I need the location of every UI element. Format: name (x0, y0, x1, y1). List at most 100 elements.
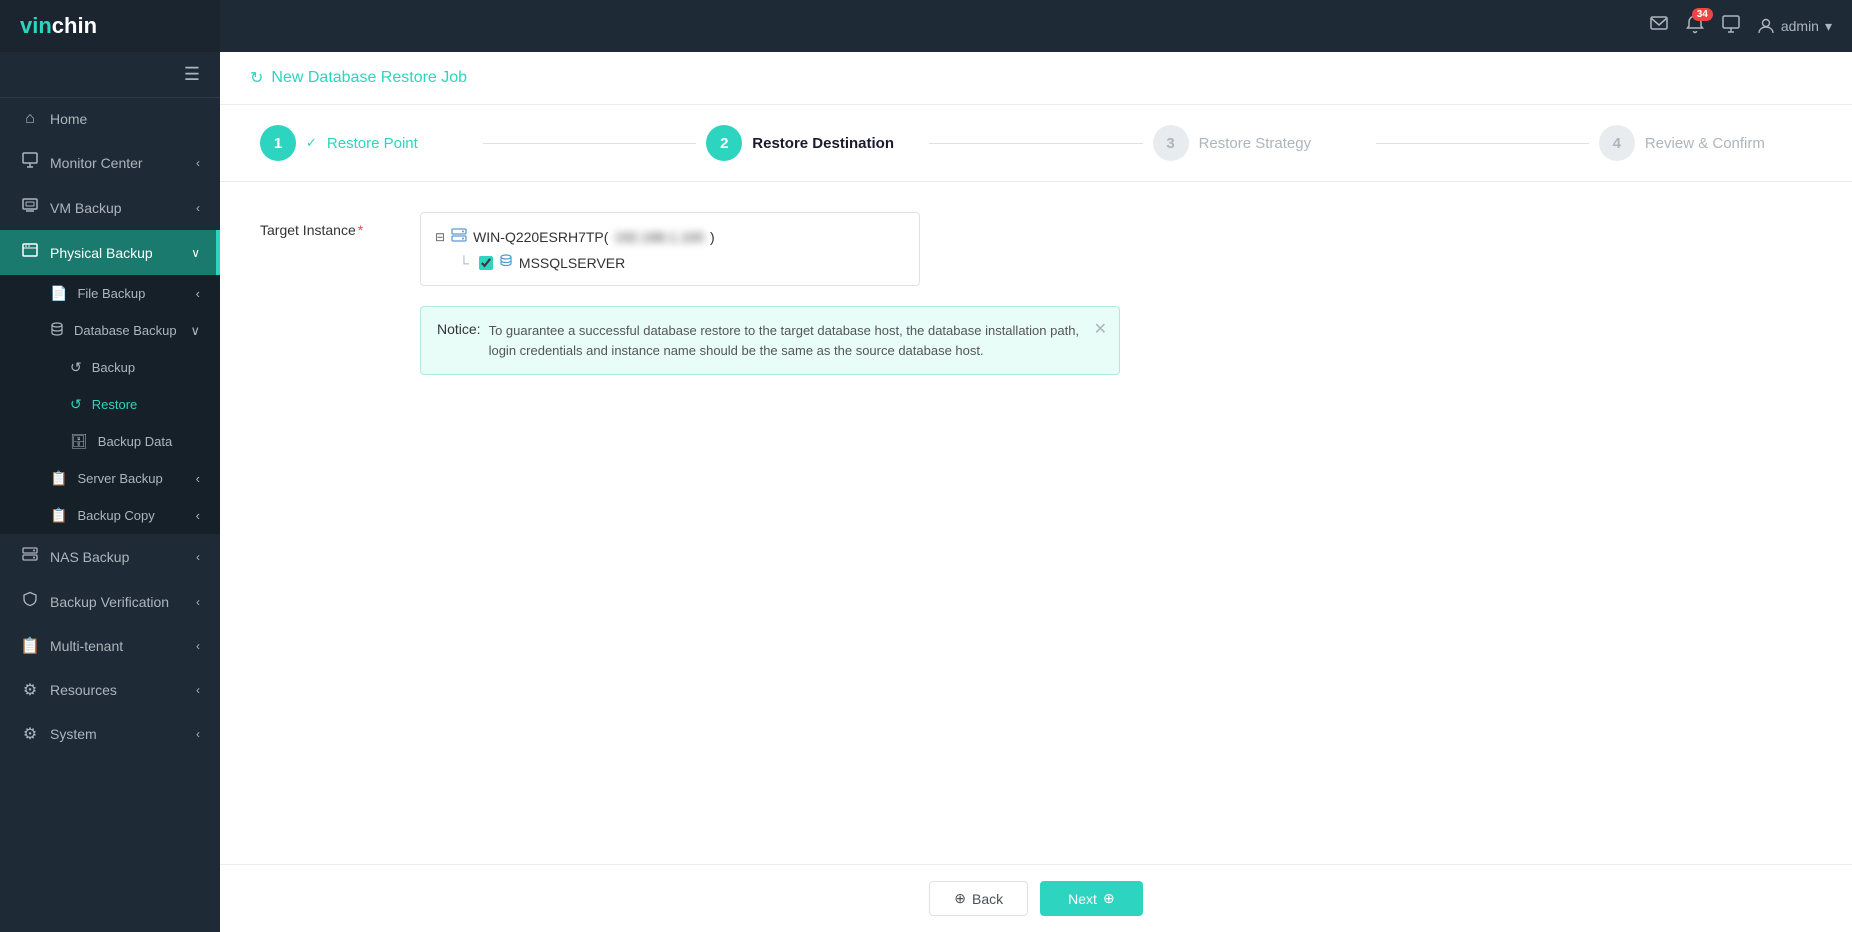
step-label-3: Restore Strategy (1199, 135, 1312, 152)
sidebar-item-backup[interactable]: ↺ Backup (0, 349, 220, 386)
chevron-icon: ‹ (196, 286, 200, 301)
tenant-icon: 📋 (20, 636, 40, 656)
user-name: admin (1781, 18, 1819, 34)
sidebar-item-label: Backup Verification (50, 594, 169, 610)
step-circle-3: 3 (1153, 125, 1189, 161)
messages-icon[interactable] (1649, 14, 1669, 39)
active-indicator (216, 230, 220, 275)
monitor-header-icon[interactable] (1721, 14, 1741, 39)
sidebar-item-label: System (50, 726, 97, 742)
sidebar-item-database-backup[interactable]: Database Backup ∨ (0, 312, 220, 349)
physical-backup-submenu: 📄 File Backup ‹ Database Backup ∨ ↺ Back… (0, 275, 220, 534)
back-button[interactable]: ⊕ Back (929, 881, 1028, 916)
copy-icon: 📋 (50, 507, 67, 524)
refresh-icon[interactable]: ↻ (250, 68, 263, 88)
server-name: WIN-Q220ESRH7TP( (473, 229, 608, 245)
sidebar-item-file-backup[interactable]: 📄 File Backup ‹ (0, 275, 220, 312)
wizard-steps: 1 ✓ Restore Point 2 Restore Destination … (220, 105, 1852, 182)
instance-name: MSSQLSERVER (519, 255, 625, 271)
sidebar-item-system[interactable]: ⚙ System ‹ (0, 712, 220, 756)
home-icon: ⌂ (20, 110, 40, 128)
target-instance-label: Target Instance* (260, 212, 420, 238)
server-icon (451, 227, 467, 246)
tree-expand-icon[interactable]: ⊟ (435, 230, 445, 244)
chevron-icon: ∨ (190, 323, 200, 339)
sub-item-label: Backup (92, 360, 135, 375)
logo: vinchin (0, 0, 220, 52)
server-ip: 192.168.1.100 (614, 229, 704, 245)
notice-label: Notice: (437, 321, 481, 337)
database-icon (50, 322, 64, 339)
database-instance-icon (499, 254, 513, 271)
sidebar-item-physical-backup[interactable]: Physical Backup ∨ (0, 230, 220, 275)
sidebar-item-backup-verification[interactable]: Backup Verification ‹ (0, 579, 220, 624)
sub-item-label: Restore (92, 397, 138, 412)
logo-text: vinchin (20, 13, 97, 39)
step-divider-3-4 (1376, 143, 1589, 144)
user-chevron-icon: ▾ (1825, 18, 1832, 35)
sidebar-item-label: NAS Backup (50, 549, 129, 565)
next-circle-icon: ⊕ (1103, 890, 1115, 907)
logo-chin: chin (52, 13, 97, 38)
chevron-icon: ‹ (196, 639, 200, 653)
next-label: Next (1068, 891, 1097, 907)
backup-icon: ↺ (70, 359, 82, 376)
target-instance-row: Target Instance* ⊟ WIN-Q220ESRH7TP( 192.1… (260, 212, 1812, 286)
step-label-2: Restore Destination (752, 135, 894, 152)
step-check-1: ✓ (306, 135, 317, 151)
sidebar-item-monitor-center[interactable]: Monitor Center ‹ (0, 140, 220, 185)
target-instance-selector[interactable]: ⊟ WIN-Q220ESRH7TP(192.168.1.100) └ M (420, 212, 920, 286)
top-header: 34 admin ▾ (220, 0, 1852, 52)
sidebar-item-resources[interactable]: ⚙ Resources ‹ (0, 668, 220, 712)
monitor-icon (20, 152, 40, 173)
instance-checkbox[interactable] (479, 256, 493, 270)
sidebar-item-vm-backup[interactable]: VM Backup ‹ (0, 185, 220, 230)
step-circle-2: 2 (706, 125, 742, 161)
chevron-down-icon: ∨ (191, 246, 200, 260)
server-icon: 📋 (50, 470, 67, 487)
restore-icon: ↺ (70, 396, 82, 413)
page-area: ↻ New Database Restore Job 1 ✓ Restore P… (220, 52, 1852, 932)
sub-item-label: Backup Data (98, 434, 172, 449)
tree-branch-icon: └ (459, 255, 469, 271)
hamburger-icon[interactable]: ☰ (184, 64, 200, 85)
step-divider-1-2 (483, 143, 696, 144)
form-area: Target Instance* ⊟ WIN-Q220ESRH7TP( 192.1… (220, 182, 1852, 864)
next-button[interactable]: Next ⊕ (1040, 881, 1143, 916)
notice-box: Notice: To guarantee a successful databa… (420, 306, 1120, 375)
notice-close-button[interactable]: ✕ (1094, 319, 1107, 339)
user-menu[interactable]: admin ▾ (1757, 17, 1832, 35)
sidebar-item-backup-data[interactable]: 🗄 Backup Data (0, 423, 220, 460)
sidebar-item-server-backup[interactable]: 📋 Server Backup ‹ (0, 460, 220, 497)
tree-instance-node[interactable]: └ MSSQLSERVER (435, 250, 905, 275)
tree-server-node[interactable]: ⊟ WIN-Q220ESRH7TP(192.168.1.100) (435, 223, 905, 250)
file-icon: 📄 (50, 285, 67, 302)
shield-icon (20, 591, 40, 612)
sidebar-item-multi-tenant[interactable]: 📋 Multi-tenant ‹ (0, 624, 220, 668)
back-circle-icon: ⊕ (954, 890, 966, 907)
notification-bell[interactable]: 34 (1685, 14, 1705, 39)
chevron-icon: ‹ (196, 471, 200, 486)
wizard-step-1: 1 ✓ Restore Point (260, 125, 473, 161)
sidebar-item-nas-backup[interactable]: NAS Backup ‹ (0, 534, 220, 579)
page-header: ↻ New Database Restore Job (220, 52, 1852, 105)
step-circle-4: 4 (1599, 125, 1635, 161)
notification-count: 34 (1692, 8, 1713, 21)
chevron-icon: ‹ (196, 727, 200, 741)
vm-icon (20, 197, 40, 218)
sidebar-item-backup-copy[interactable]: 📋 Backup Copy ‹ (0, 497, 220, 534)
sub-item-label: Database Backup (74, 323, 177, 338)
sidebar-item-label: Multi-tenant (50, 638, 123, 654)
sub-item-label: Backup Copy (77, 508, 154, 523)
nas-icon (20, 546, 40, 567)
chevron-icon: ‹ (196, 508, 200, 523)
main-content: 34 admin ▾ ↻ New Database Restore Job 1 … (220, 0, 1852, 932)
step-circle-1: 1 (260, 125, 296, 161)
sidebar-item-home[interactable]: ⌂ Home (0, 98, 220, 140)
sub-item-label: Server Backup (77, 471, 162, 486)
sub-item-label: File Backup (77, 286, 145, 301)
menu-toggle[interactable]: ☰ (0, 52, 220, 98)
sidebar-item-restore[interactable]: ↺ Restore (0, 386, 220, 423)
back-label: Back (972, 891, 1003, 907)
step-label-4: Review & Confirm (1645, 135, 1765, 152)
